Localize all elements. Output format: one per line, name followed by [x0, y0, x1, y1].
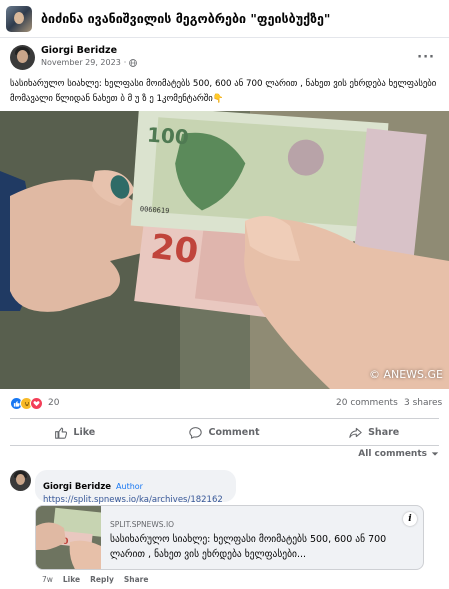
comment-bubble: Giorgi Beridze Author https://split.spnew…: [35, 470, 236, 505]
link-preview-thumbnail: 20: [36, 506, 101, 569]
info-icon[interactable]: i: [403, 512, 417, 526]
meta-separator: ·: [123, 58, 127, 67]
share-button[interactable]: Share: [299, 420, 449, 444]
author-avatar[interactable]: [10, 45, 35, 70]
pointing-down-emoji: 👇: [212, 94, 224, 104]
like-label: Like: [73, 426, 96, 438]
svg-text:20: 20: [149, 227, 201, 272]
group-name[interactable]: ბიძინა ივანიშვილის მეგობრები "ფეისბუქზე": [41, 11, 330, 26]
comment-sort-dropdown[interactable]: All comments: [358, 449, 439, 459]
author-name[interactable]: Giorgi Beridze: [41, 45, 117, 56]
commenter-avatar[interactable]: [10, 470, 31, 491]
comment-like-button[interactable]: Like: [63, 575, 80, 584]
reaction-icons[interactable]: [10, 397, 43, 410]
comment-count[interactable]: 20 comments: [336, 398, 398, 408]
post-actions: Like Comment Share: [0, 420, 449, 444]
comment-actions: 7w Like Reply Share: [42, 575, 148, 584]
globe-icon: [129, 58, 138, 67]
comment-time[interactable]: 7w: [42, 575, 53, 584]
link-domain: SPLIT.SPNEWS.IO: [110, 520, 175, 529]
thumbs-up-icon: [55, 427, 68, 439]
share-arrow-icon: [349, 427, 362, 438]
group-avatar[interactable]: [6, 5, 32, 32]
comment-share-button[interactable]: Share: [124, 575, 149, 584]
reaction-count[interactable]: 20: [48, 398, 59, 408]
like-button[interactable]: Like: [0, 420, 150, 444]
caret-down-icon: [431, 452, 439, 456]
banknote-thumbnail-image: 20: [36, 506, 101, 569]
more-options-icon[interactable]: ···: [417, 50, 435, 65]
comment-bubble-icon: [189, 426, 203, 439]
divider: [10, 445, 439, 446]
svg-text:100: 100: [146, 122, 189, 149]
post-meta: November 29, 2023 ·: [41, 58, 138, 67]
reactions-summary: 20 20 comments 3 shares: [0, 395, 449, 413]
commenter-name[interactable]: Giorgi Beridze: [43, 482, 111, 492]
comment-button[interactable]: Comment: [150, 420, 300, 444]
post-image[interactable]: 20 100 0060619 © ANEWS.GE: [0, 111, 449, 389]
link-preview-card[interactable]: 20 SPLIT.SPNEWS.IO სასიხარულო სიახლე: ხე…: [35, 505, 424, 570]
divider: [10, 418, 439, 419]
post-header: Giorgi Beridze November 29, 2023 · ···: [0, 38, 449, 72]
post-date[interactable]: November 29, 2023: [41, 58, 121, 67]
comment-label: Comment: [208, 426, 260, 438]
comment-link[interactable]: https://split.spnews.io/ka/archives/1821…: [43, 495, 228, 505]
post-text: სასიხარულო სიახლე: ხელფასი მოიმატებს 500…: [10, 77, 442, 107]
love-reaction-icon: [30, 397, 43, 410]
comment-reply-button[interactable]: Reply: [90, 575, 114, 584]
group-header: ბიძინა ივანიშვილის მეგობრები "ფეისბუქზე": [0, 0, 449, 38]
sort-label: All comments: [358, 449, 427, 459]
image-watermark: © ANEWS.GE: [368, 368, 443, 381]
share-count[interactable]: 3 shares: [404, 398, 442, 408]
money-handover-illustration: 20 100 0060619: [0, 111, 449, 389]
link-title[interactable]: სასიხარულო სიახლე: ხელფასი მოიმატებს 500…: [110, 532, 410, 562]
author-badge: Author: [116, 482, 143, 491]
share-label: Share: [368, 426, 400, 438]
